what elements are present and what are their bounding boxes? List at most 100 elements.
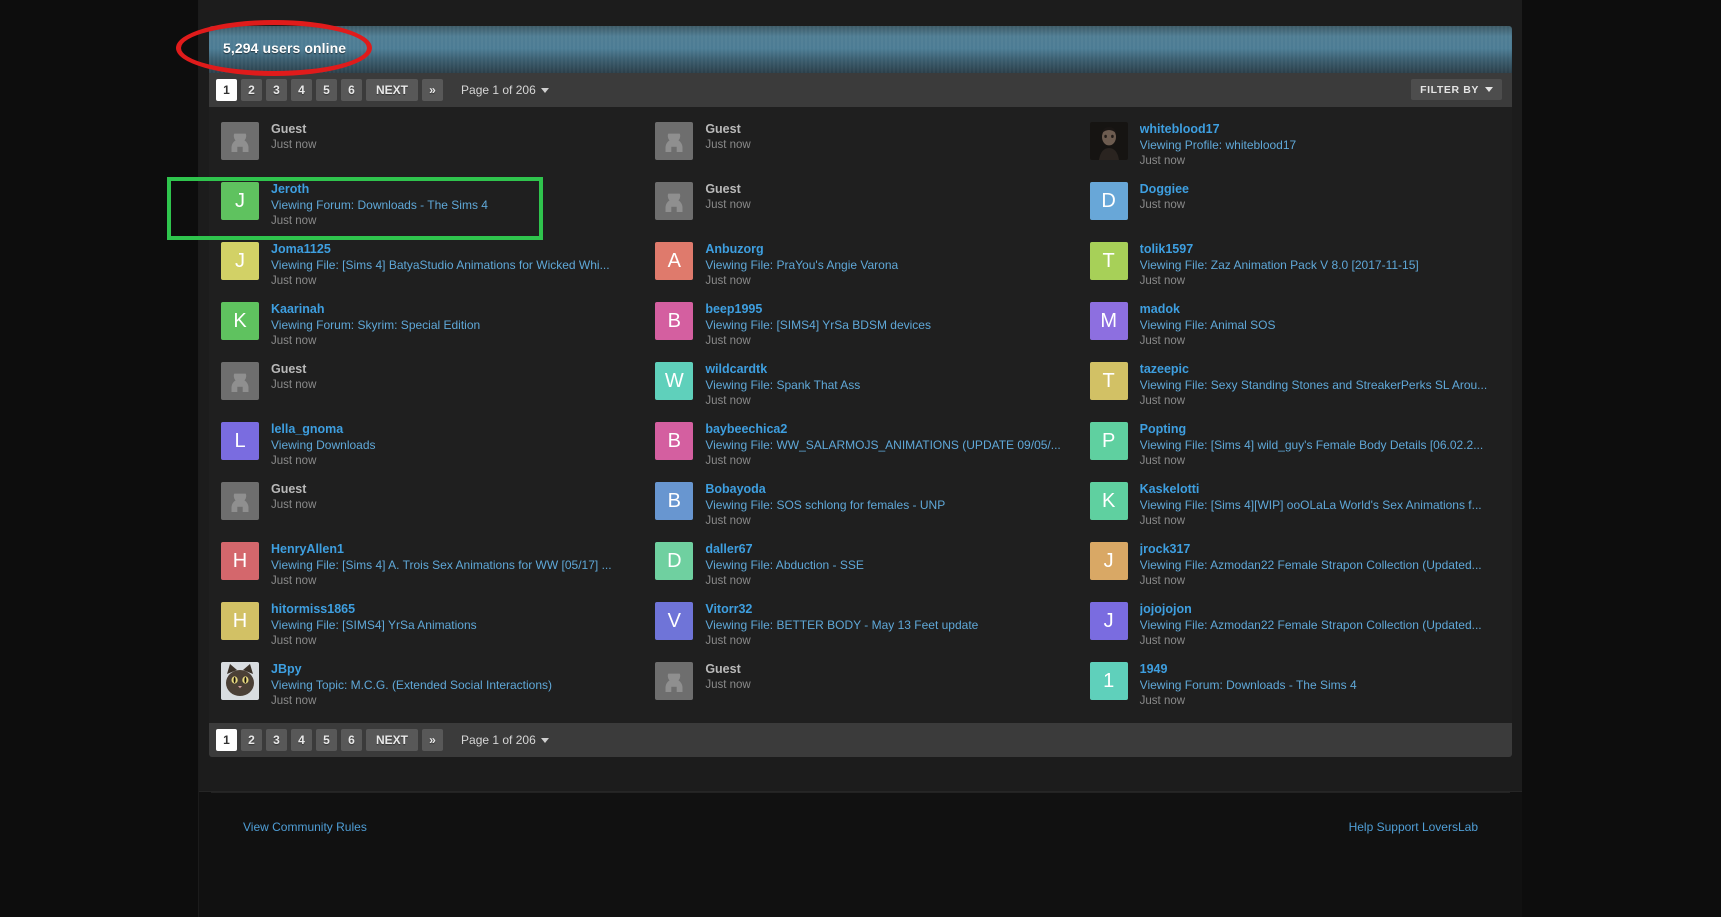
online-user-cell: Ttazeepic Viewing File: Sexy Standing Sto… (1078, 355, 1512, 415)
filter-by-button[interactable]: FILTER BY (1411, 79, 1502, 100)
user-activity-link[interactable]: Viewing File: Azmodan22 Female Strapon C… (1140, 557, 1498, 573)
user-avatar-letter[interactable]: J (1089, 602, 1128, 640)
username-link[interactable]: Joma1125 (271, 241, 629, 257)
online-user-cell: Guest Just now (643, 115, 1077, 175)
username-link[interactable]: daller67 (705, 541, 1063, 557)
username-link[interactable]: Kaarinah (271, 301, 629, 317)
user-activity-link[interactable]: Viewing File: BETTER BODY - May 13 Feet … (705, 617, 1063, 633)
user-avatar-letter[interactable]: B (655, 482, 694, 520)
user-avatar-letter[interactable]: J (1089, 542, 1128, 580)
username-link[interactable]: beep1995 (705, 301, 1063, 317)
user-avatar-letter[interactable]: 1 (1089, 662, 1128, 700)
user-activity-link[interactable]: Viewing Topic: M.C.G. (Extended Social I… (271, 677, 629, 693)
user-activity-link[interactable]: Viewing File: Sexy Standing Stones and S… (1140, 377, 1498, 393)
user-activity-link[interactable]: Viewing File: Spank That Ass (705, 377, 1063, 393)
username-link[interactable]: Kaskelotti (1140, 481, 1498, 497)
username-link[interactable]: Doggiee (1140, 181, 1498, 197)
user-activity-link[interactable]: Viewing File: [Sims 4] wild_guy's Female… (1140, 437, 1498, 453)
username-link[interactable]: 1949 (1140, 661, 1498, 677)
user-activity-link[interactable]: Viewing File: [Sims 4] A. Trois Sex Anim… (271, 557, 629, 573)
user-avatar-letter[interactable]: B (655, 302, 694, 340)
user-avatar-letter[interactable]: A (655, 242, 694, 280)
username-link[interactable]: madok (1140, 301, 1498, 317)
page-button-6[interactable]: 6 (341, 79, 362, 101)
username-link[interactable]: Jeroth (271, 181, 629, 197)
user-activity-link[interactable]: Viewing File: PraYou's Angie Varona (705, 257, 1063, 273)
page-button-3-bottom[interactable]: 3 (266, 729, 287, 751)
user-avatar-letter[interactable]: P (1089, 422, 1128, 460)
user-activity-link[interactable]: Viewing Downloads (271, 437, 629, 453)
user-activity-link[interactable]: Viewing File: SOS schlong for females - … (705, 497, 1063, 513)
username-link[interactable]: tazeepic (1140, 361, 1498, 377)
online-user-info: Kaskelotti Viewing File: [Sims 4][WIP] oo… (1140, 480, 1498, 529)
user-avatar-letter[interactable]: L (221, 422, 259, 460)
user-activity-link[interactable]: Viewing File: Abduction - SSE (705, 557, 1063, 573)
last-page-button-bottom[interactable]: » (422, 729, 444, 751)
user-activity-link[interactable]: Viewing File: Azmodan22 Female Strapon C… (1140, 617, 1498, 633)
page-button-5[interactable]: 5 (316, 79, 337, 101)
page-button-1[interactable]: 1 (216, 79, 237, 101)
user-avatar-letter[interactable]: K (1089, 482, 1128, 520)
username-link[interactable]: whiteblood17 (1140, 121, 1498, 137)
username-link[interactable]: JBpy (271, 661, 629, 677)
last-page-button[interactable]: » (422, 79, 444, 101)
user-activity-link[interactable]: Viewing File: WW_SALARMOJS_ANIMATIONS (U… (705, 437, 1063, 453)
user-avatar-letter[interactable]: H (221, 602, 259, 640)
page-button-1-bottom[interactable]: 1 (216, 729, 237, 751)
user-avatar-photo[interactable] (1089, 122, 1128, 160)
user-activity-link[interactable]: Viewing Forum: Downloads - The Sims 4 (1140, 677, 1498, 693)
online-user-cell: Bbaybeechica2 Viewing File: WW_SALARMOJS_… (643, 415, 1077, 475)
username-link[interactable]: Bobayoda (705, 481, 1063, 497)
pagination-bar-bottom: 1 2 3 4 5 6 NEXT » Page 1 of 206 (209, 723, 1512, 757)
username-link[interactable]: jrock317 (1140, 541, 1498, 557)
user-avatar-letter[interactable]: J (221, 182, 259, 220)
user-timestamp: Just now (1139, 335, 1186, 347)
user-avatar-letter[interactable]: V (655, 602, 694, 640)
page-button-6-bottom[interactable]: 6 (341, 729, 362, 751)
user-avatar-letter[interactable]: M (1089, 302, 1128, 340)
help-support-link[interactable]: Help Support LoversLab (1349, 820, 1478, 834)
username-link[interactable]: baybeechica2 (705, 421, 1063, 437)
user-activity-link[interactable]: Viewing Profile: whiteblood17 (1140, 137, 1498, 153)
user-avatar-letter[interactable]: T (1089, 362, 1128, 400)
next-page-button[interactable]: NEXT (366, 79, 419, 101)
username-link[interactable]: jojojojon (1140, 601, 1498, 617)
username-link[interactable]: HenryAllen1 (271, 541, 629, 557)
username-link[interactable]: hitormiss1865 (271, 601, 629, 617)
username-link[interactable]: Anbuzorg (705, 241, 1063, 257)
page-button-5-bottom[interactable]: 5 (316, 729, 337, 751)
view-community-rules-link[interactable]: View Community Rules (243, 820, 367, 834)
user-avatar-letter[interactable]: T (1089, 242, 1128, 280)
username-link[interactable]: Vitorr32 (705, 601, 1063, 617)
username-link[interactable]: lella_gnoma (271, 421, 629, 437)
user-activity-link[interactable]: Viewing File: [SIMS4] YrSa Animations (271, 617, 629, 633)
user-activity-link[interactable]: Viewing Forum: Skyrim: Special Edition (271, 317, 629, 333)
user-avatar-letter[interactable]: B (655, 422, 694, 460)
online-user-cell: Mmadok Viewing File: Animal SOS Just now (1078, 295, 1512, 355)
user-timestamp: Just now (705, 199, 751, 211)
user-avatar-letter[interactable]: H (221, 542, 259, 580)
page-button-2[interactable]: 2 (241, 79, 262, 101)
username-link[interactable]: tolik1597 (1140, 241, 1498, 257)
page-button-4-bottom[interactable]: 4 (291, 729, 312, 751)
user-activity-link[interactable]: Viewing File: [Sims 4] BatyaStudio Anima… (271, 257, 629, 273)
username-link[interactable]: Popting (1140, 421, 1498, 437)
user-activity-link[interactable]: Viewing File: Animal SOS (1140, 317, 1498, 333)
user-avatar-photo[interactable] (221, 662, 259, 700)
next-page-button-bottom[interactable]: NEXT (366, 729, 419, 751)
username-link[interactable]: wildcardtk (705, 361, 1063, 377)
user-avatar-letter[interactable]: W (655, 362, 694, 400)
user-activity-link[interactable]: Viewing File: [SIMS4] YrSa BDSM devices (705, 317, 1063, 333)
user-avatar-letter[interactable]: D (1089, 182, 1128, 220)
user-avatar-letter[interactable]: J (221, 242, 259, 280)
user-avatar-letter[interactable]: K (221, 302, 259, 340)
user-activity-link[interactable]: Viewing Forum: Downloads - The Sims 4 (271, 197, 629, 213)
page-indicator-bottom[interactable]: Page 1 of 206 (461, 733, 549, 747)
user-activity-link[interactable]: Viewing File: [Sims 4][WIP] ooOLaLa Worl… (1140, 497, 1498, 513)
user-activity-link[interactable]: Viewing File: Zaz Animation Pack V 8.0 [… (1140, 257, 1498, 273)
page-button-3[interactable]: 3 (266, 79, 287, 101)
user-avatar-letter[interactable]: D (655, 542, 694, 580)
page-button-4[interactable]: 4 (291, 79, 312, 101)
page-button-2-bottom[interactable]: 2 (241, 729, 262, 751)
page-indicator-top[interactable]: Page 1 of 206 (461, 83, 549, 97)
